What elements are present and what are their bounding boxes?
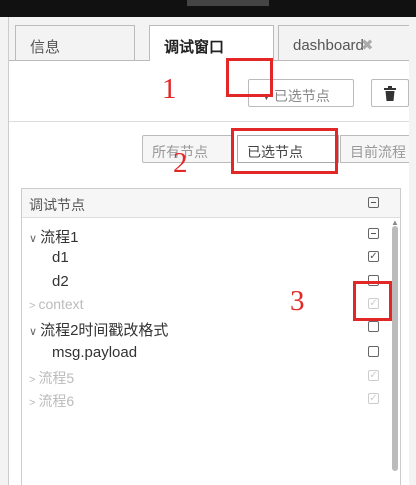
drag-handle[interactable] bbox=[187, 0, 269, 6]
collapse-all-icon[interactable] bbox=[368, 197, 379, 208]
debug-toolbar: ▼ 已选节点 bbox=[9, 61, 409, 122]
chevron-down-icon[interactable]: ∨ bbox=[29, 325, 37, 338]
chevron-right-icon[interactable]: > bbox=[29, 397, 35, 409]
filter-current-flow[interactable]: 目前流程 bbox=[340, 135, 409, 163]
debug-node-tree: 调试节点 ∨ 流程1 d1 ✓ d2 > context ✓ ∨ 流程2时间戳改格式 … bbox=[21, 188, 401, 485]
tab-debug[interactable]: 调试窗口 bbox=[149, 25, 274, 61]
tree-row-flow1[interactable]: ∨ 流程1 bbox=[22, 223, 400, 246]
tree-header-label: 调试节点 bbox=[29, 197, 85, 213]
sidebar-tabs: 信息 调试窗口 dashboard✖ bbox=[9, 17, 409, 61]
annotation-number-2: 2 bbox=[173, 147, 188, 179]
close-icon[interactable]: ✖ bbox=[361, 37, 374, 54]
tree-row-label: d2 bbox=[52, 273, 69, 290]
tree-row-flow6[interactable]: > 流程6 ✓ bbox=[22, 388, 400, 411]
tab-info-label: 信息 bbox=[30, 39, 61, 56]
tree-row-label: msg.payload bbox=[52, 344, 138, 361]
flow2-checkbox[interactable] bbox=[368, 321, 379, 332]
tree-row-label: 流程1 bbox=[40, 229, 79, 246]
chevron-down-icon[interactable]: ∨ bbox=[29, 232, 37, 245]
tab-dashboard-label: dashboard bbox=[293, 37, 364, 54]
trash-icon bbox=[384, 86, 396, 101]
filter-options: 所有节点 已选节点 目前流程 bbox=[9, 133, 409, 167]
chevron-right-icon[interactable]: > bbox=[29, 374, 35, 386]
tree-row-label: context bbox=[38, 296, 84, 312]
tree-header: 调试节点 bbox=[22, 189, 400, 218]
tree-row-msg-payload[interactable]: msg.payload bbox=[22, 341, 400, 364]
tree-row-d1[interactable]: d1 ✓ bbox=[22, 246, 400, 269]
msg-payload-checkbox[interactable] bbox=[368, 346, 379, 357]
d1-checkbox[interactable]: ✓ bbox=[368, 251, 379, 262]
flow5-checkbox: ✓ bbox=[368, 370, 379, 381]
tree-row-label: 流程5 bbox=[38, 370, 75, 386]
annotation-box-2 bbox=[231, 128, 338, 174]
tab-dashboard[interactable]: dashboard✖ bbox=[278, 25, 409, 60]
filter-label: 已选节点 bbox=[273, 88, 330, 104]
sidebar-panel: 信息 调试窗口 dashboard✖ ▼ 已选节点 所有节点 已选节点 目前流程 … bbox=[8, 17, 409, 485]
clear-messages-button[interactable] bbox=[371, 79, 409, 107]
tab-info[interactable]: 信息 bbox=[15, 25, 135, 60]
tree-row-flow5[interactable]: > 流程5 ✓ bbox=[22, 365, 400, 388]
tree-row-label: 流程2时间戳改格式 bbox=[40, 322, 169, 339]
tree-scrollbar[interactable] bbox=[392, 226, 398, 471]
annotation-box-3 bbox=[353, 281, 392, 321]
chevron-right-icon[interactable]: > bbox=[29, 300, 35, 312]
annotation-number-1: 1 bbox=[162, 73, 177, 105]
tree-row-context[interactable]: > context ✓ bbox=[22, 293, 400, 316]
window-top-bar bbox=[0, 0, 416, 17]
tree-row-flow2[interactable]: ∨ 流程2时间戳改格式 bbox=[22, 316, 400, 339]
tree-row-label: 流程6 bbox=[38, 393, 75, 409]
tree-row-label: d1 bbox=[52, 249, 69, 266]
annotation-number-3: 3 bbox=[290, 285, 305, 317]
filter-all-nodes[interactable]: 所有节点 bbox=[142, 135, 234, 163]
annotation-box-1 bbox=[226, 58, 273, 97]
flow1-checkbox[interactable] bbox=[368, 228, 379, 239]
tree-row-d2[interactable]: d2 bbox=[22, 270, 400, 293]
flow6-checkbox: ✓ bbox=[368, 393, 379, 404]
tab-debug-label: 调试窗口 bbox=[164, 39, 225, 56]
